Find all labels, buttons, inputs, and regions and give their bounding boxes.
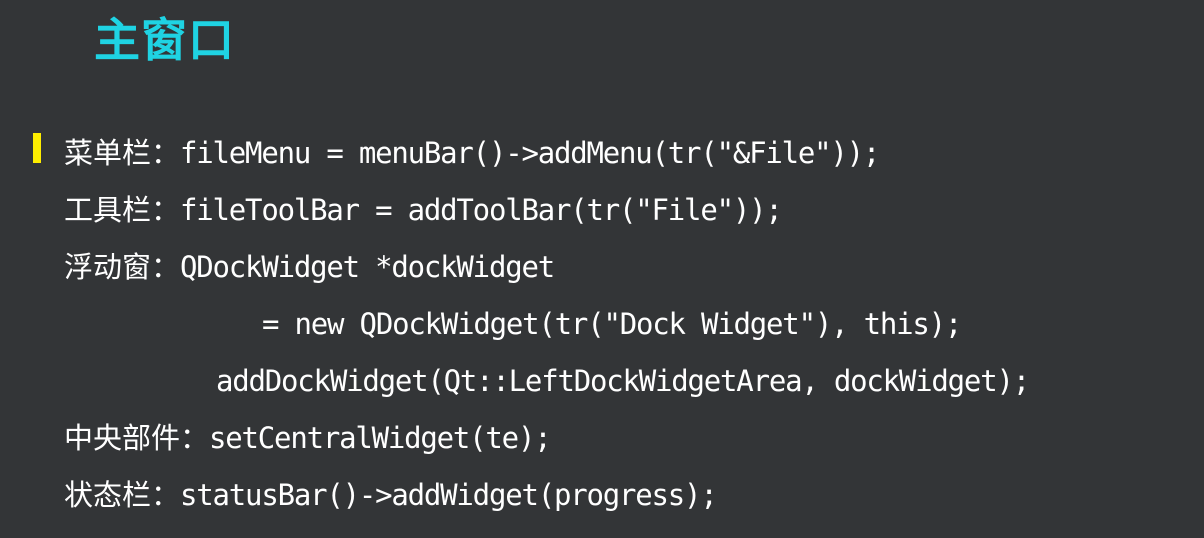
line-label: 中央部件： <box>64 421 210 455</box>
central-widget-line: 中央部件：setCentralWidget(te); <box>64 418 552 458</box>
menubar-line: 菜单栏：fileMenu = menuBar()->addMenu(tr("&F… <box>64 133 880 173</box>
line-code: fileToolBar = addToolBar(tr("File")); <box>180 193 783 227</box>
slide: 主窗口 菜单栏：fileMenu = menuBar()->addMenu(tr… <box>0 0 1204 538</box>
statusbar-line: 状态栏：statusBar()->addWidget(progress); <box>64 475 718 515</box>
line-label: 浮动窗： <box>64 250 181 284</box>
line-code: fileMenu = menuBar()->addMenu(tr("&File"… <box>180 136 880 170</box>
add-dock-widget-line: addDockWidget(Qt::LeftDockWidgetArea, do… <box>216 361 1030 401</box>
toolbar-line: 工具栏：fileToolBar = addToolBar(tr("File"))… <box>64 190 783 230</box>
line-code: statusBar()->addWidget(progress); <box>180 478 718 512</box>
bullet-marker <box>33 133 41 163</box>
line-code: setCentralWidget(te); <box>209 421 552 455</box>
line-code: QDockWidget *dockWidget <box>180 250 555 284</box>
line-code: addDockWidget(Qt::LeftDockWidgetArea, do… <box>216 364 1030 398</box>
dock-widget-new-line: = new QDockWidget(tr("Dock Widget"), thi… <box>262 304 962 344</box>
line-code: = new QDockWidget(tr("Dock Widget"), thi… <box>262 307 962 341</box>
slide-title: 主窗口 <box>94 13 235 67</box>
line-label: 工具栏： <box>64 193 181 227</box>
line-label: 状态栏： <box>64 478 181 512</box>
dock-widget-line: 浮动窗：QDockWidget *dockWidget <box>64 247 555 287</box>
line-label: 菜单栏： <box>64 136 181 170</box>
